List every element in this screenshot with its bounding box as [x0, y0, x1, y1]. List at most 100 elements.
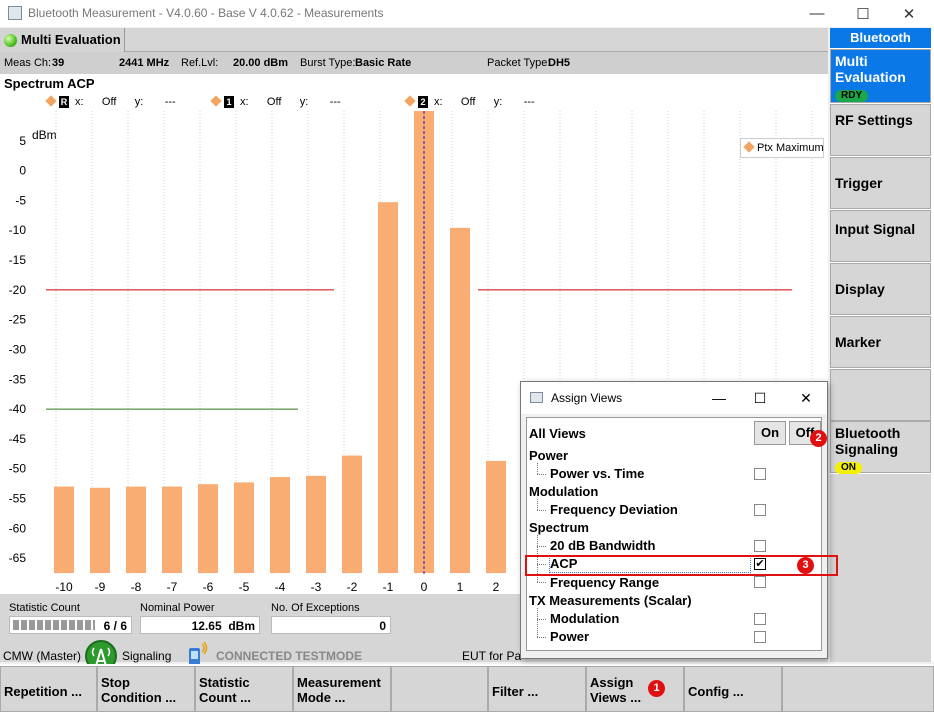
annotation-badge-1: 1 — [648, 680, 665, 697]
minimize-button[interactable]: — — [794, 0, 840, 27]
y-tick-label: 0 — [19, 164, 26, 178]
acp-bar — [90, 487, 110, 574]
window-title: Bluetooth Measurement - V4.0.60 - Base V… — [28, 6, 384, 20]
repetition-softkey[interactable]: Repetition ... — [0, 666, 97, 712]
close-button[interactable]: ✕ — [886, 0, 932, 27]
checkbox-tx-power[interactable] — [754, 631, 766, 643]
y-axis-unit-label: dBm — [32, 128, 57, 142]
config-softkey[interactable]: Config ... — [684, 666, 782, 712]
checkbox-frequency-range[interactable] — [754, 576, 766, 588]
input-signal-softkey[interactable]: Input Signal — [830, 210, 931, 262]
acp-bar — [198, 484, 218, 574]
y-tick-label: -60 — [9, 521, 27, 535]
tree-20db-bandwidth[interactable]: 20 dB Bandwidth — [550, 538, 655, 553]
x-tick-label: -4 — [275, 580, 286, 594]
acp-bar — [162, 486, 182, 574]
empty-softkey — [391, 666, 488, 712]
tree-frequency-range[interactable]: Frequency Range — [550, 575, 659, 590]
trigger-softkey[interactable]: Trigger — [830, 157, 931, 209]
bluetooth-header: Bluetooth — [830, 28, 931, 48]
rf-settings-softkey[interactable]: RF Settings — [830, 104, 931, 156]
exceptions-value: 0 — [379, 619, 386, 633]
tree-spectrum[interactable]: Spectrum — [529, 520, 589, 535]
acp-highlight-box — [525, 555, 838, 576]
y-tick-label: -5 — [15, 193, 26, 207]
all-views-on-button[interactable]: On — [754, 421, 786, 445]
right-filler — [830, 474, 931, 662]
burst-type-value: Basic Rate — [355, 57, 412, 69]
maximize-button[interactable]: ☐ — [840, 0, 886, 27]
marker-diamond-icon — [45, 95, 57, 107]
packet-type-label: Packet Type: — [487, 57, 551, 69]
marker-x-label: x: — [75, 96, 84, 108]
tree-tx-power[interactable]: Power — [550, 629, 589, 644]
statistic-count-value: 6 / 6 — [103, 619, 127, 633]
y-tick-label: -65 — [9, 551, 27, 565]
y-tick-label: -35 — [9, 372, 27, 386]
assign-views-softkey[interactable]: Assign Views ... — [586, 666, 684, 712]
acp-bar — [306, 475, 326, 574]
marker-x-value: Off — [266, 96, 282, 108]
marker-y-label: y: — [134, 96, 144, 108]
ref-lvl-value: 20.00 dBm — [233, 57, 289, 69]
checkbox-frequency-deviation[interactable] — [754, 504, 766, 516]
rdy-badge: RDY — [835, 90, 869, 102]
window-titlebar: Bluetooth Measurement - V4.0.60 - Base V… — [0, 0, 934, 27]
checkbox-tx-modulation[interactable] — [754, 613, 766, 625]
marker-1[interactable]: 1 x: Off y: --- — [210, 95, 341, 108]
tree-connector — [537, 608, 538, 637]
multi-evaluation-softkey[interactable]: Multi Evaluation RDY — [830, 49, 931, 103]
tree-tx-modulation[interactable]: Modulation — [550, 611, 619, 626]
legend-diamond-icon — [743, 141, 755, 153]
y-tick-label: -55 — [9, 492, 27, 506]
status-led-icon — [4, 34, 17, 47]
statistic-count-label: Statistic Count — [9, 602, 80, 614]
acp-bar — [486, 460, 506, 574]
tree-modulation[interactable]: Modulation — [529, 484, 598, 499]
tree-tx-measurements-scalar[interactable]: TX Measurements (Scalar) — [529, 593, 692, 608]
checkbox-power-vs-time[interactable] — [754, 468, 766, 480]
bottom-softkey-bar: Repetition ... Stop Condition ... Statis… — [0, 664, 934, 717]
all-views-label: All Views — [529, 426, 586, 441]
dialog-close-button[interactable]: ✕ — [786, 386, 826, 410]
statistic-count-softkey[interactable]: Statistic Count ... — [195, 666, 293, 712]
ref-lvl-label: Ref.Lvl: — [181, 57, 219, 69]
x-tick-label: -9 — [95, 580, 106, 594]
tree-frequency-deviation[interactable]: Frequency Deviation — [550, 502, 678, 517]
marker-ref[interactable]: Rx: Off y: --- — [45, 95, 176, 108]
assign-views-dialog: Assign Views — ☐ ✕ All Views On Off Powe… — [520, 381, 828, 659]
tree-power[interactable]: Power — [529, 448, 568, 463]
x-tick-label: -1 — [383, 580, 394, 594]
tree-power-vs-time[interactable]: Power vs. Time — [550, 466, 644, 481]
y-tick-label: 5 — [19, 134, 26, 148]
marker-badge: 2 — [418, 96, 428, 108]
x-tick-label: -7 — [167, 580, 178, 594]
packet-type-value: DH5 — [548, 57, 571, 69]
meas-ch-value: 39 — [52, 57, 65, 69]
tree-connector — [537, 499, 538, 510]
tree-connector — [537, 546, 546, 547]
cmw-label: CMW (Master) — [3, 649, 81, 663]
marker-2[interactable]: 2 x: Off y: --- — [404, 95, 535, 108]
marker-softkey[interactable]: Marker — [830, 316, 931, 368]
y-tick-label: -45 — [9, 432, 27, 446]
dialog-minimize-button[interactable]: — — [699, 386, 739, 410]
marker-y-value: --- — [329, 96, 341, 108]
checkbox-20db-bandwidth[interactable] — [754, 540, 766, 552]
acp-bar — [378, 202, 398, 574]
marker-y-value: --- — [164, 96, 176, 108]
marker-badge: R — [59, 96, 69, 108]
acp-bar — [54, 486, 74, 574]
frequency-value: 2441 MHz — [119, 57, 170, 69]
nominal-power-label: Nominal Power — [140, 602, 215, 614]
on-badge: ON — [835, 462, 862, 474]
dialog-maximize-button[interactable]: ☐ — [740, 386, 780, 410]
measurement-mode-softkey[interactable]: Measurement Mode ... — [293, 666, 391, 712]
x-tick-label: 2 — [493, 580, 500, 594]
bluetooth-signaling-softkey[interactable]: Bluetooth Signaling ON — [830, 421, 931, 474]
tab-multi-evaluation[interactable]: Multi Evaluation — [0, 28, 125, 52]
filter-softkey[interactable]: Filter ... — [488, 666, 586, 712]
stop-condition-softkey[interactable]: Stop Condition ... — [97, 666, 195, 712]
display-softkey[interactable]: Display — [830, 263, 931, 315]
right-softkey-panel: Bluetooth Multi Evaluation RDY RF Settin… — [830, 28, 934, 662]
